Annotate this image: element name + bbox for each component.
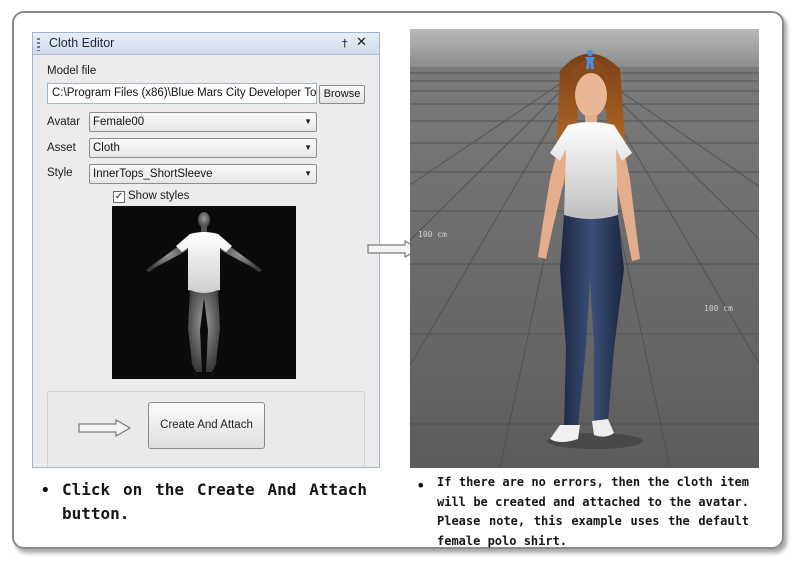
panel-titlebar[interactable]: Cloth Editor † ✕: [33, 33, 379, 55]
chevron-down-icon: ▼: [304, 169, 312, 178]
bullet-icon: •: [416, 476, 426, 495]
pin-icon[interactable]: †: [342, 37, 348, 50]
create-and-attach-button[interactable]: Create And Attach: [148, 402, 265, 449]
chevron-down-icon: ▼: [304, 117, 312, 126]
grip-handle-icon[interactable]: [37, 38, 40, 51]
asset-label: Asset: [47, 142, 76, 154]
show-styles-label: Show styles: [128, 190, 190, 202]
bullet-icon: •: [40, 480, 51, 501]
caption-right: If there are no errors, then the cloth i…: [437, 475, 749, 548]
browse-button[interactable]: Browse: [319, 85, 365, 104]
floor-marker: 100 cm: [418, 230, 447, 239]
avatar-scene-viewport[interactable]: 100 cm 100 cm: [410, 29, 759, 468]
caption-left: Click on the Create And Attach button.: [62, 480, 367, 523]
cloth-editor-panel: Cloth Editor † ✕ Model file C:\Program F…: [32, 32, 380, 468]
style-label: Style: [47, 167, 73, 179]
avatar-select-value: Female00: [93, 116, 145, 128]
model-file-label: Model file: [47, 65, 97, 77]
arrow-right-icon: [78, 419, 132, 437]
asset-select-value: Cloth: [93, 142, 120, 154]
avatar-label: Avatar: [47, 116, 81, 128]
close-icon[interactable]: ✕: [356, 35, 367, 50]
style-preview: [112, 206, 296, 379]
style-select-value: InnerTops_ShortSleeve: [93, 168, 213, 180]
panel-title: Cloth Editor: [49, 36, 115, 50]
model-file-input[interactable]: C:\Program Files (x86)\Blue Mars City De…: [47, 83, 317, 104]
avatar-scene-image: 100 cm 100 cm: [410, 29, 759, 468]
mannequin-preview-image: [146, 212, 262, 372]
chevron-down-icon: ▼: [304, 143, 312, 152]
avatar-select[interactable]: Female00 ▼: [89, 112, 317, 132]
floor-marker: 100 cm: [704, 304, 733, 313]
asset-select[interactable]: Cloth ▼: [89, 138, 317, 158]
style-select[interactable]: InnerTops_ShortSleeve ▼: [89, 164, 317, 184]
show-styles-checkbox[interactable]: ✓: [113, 191, 125, 203]
